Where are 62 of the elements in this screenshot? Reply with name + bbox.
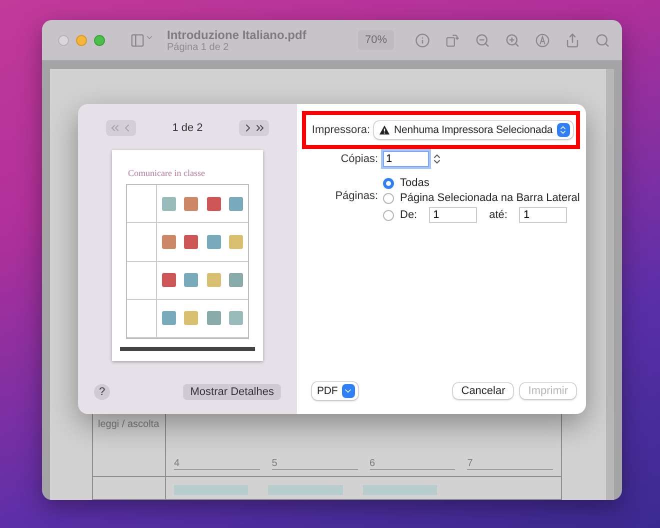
picture-placeholder (206, 311, 221, 326)
picture-placeholder (162, 311, 176, 326)
rotate-icon[interactable] (445, 32, 460, 48)
picture-placeholder (206, 196, 221, 211)
popup-arrows-icon (556, 123, 570, 137)
zoom-button[interactable] (94, 34, 105, 46)
picture-placeholder (229, 196, 244, 211)
fill-in-line: 5 (272, 458, 358, 470)
radio-button[interactable] (383, 178, 394, 188)
fill-in-line: 4 (174, 458, 260, 470)
fill-in-line: 7 (467, 458, 553, 470)
window-title: Introduzione Italiano.pdf (167, 28, 306, 42)
cancel-button[interactable]: Cancelar (453, 383, 514, 399)
next-page-button[interactable] (239, 120, 269, 136)
stepper-icon[interactable] (431, 153, 443, 165)
info-icon[interactable] (415, 32, 430, 48)
printer-label: Impressora: (310, 124, 370, 136)
first-page-icon (109, 122, 121, 134)
printer-popup[interactable]: Nenhuma Impressora Selecionada (374, 121, 573, 139)
picture-placeholder (162, 273, 176, 288)
row-label: leggi / ascolta (98, 419, 160, 430)
pages-label: Páginas: (334, 190, 378, 202)
copies-label: Cópias: (340, 153, 378, 165)
markup-icon[interactable] (535, 32, 550, 48)
warning-icon (379, 125, 390, 135)
picture-placeholder (184, 311, 198, 326)
help-button[interactable]: ? (94, 384, 110, 400)
to-field[interactable]: 1 (519, 207, 568, 223)
picture-placeholder (229, 311, 244, 326)
copies-field[interactable]: 1 (383, 151, 429, 167)
picture-placeholder (206, 273, 221, 288)
show-details-button[interactable]: Mostrar Detalhes (183, 384, 281, 400)
picture-placeholder (162, 196, 176, 211)
picture-placeholder (229, 234, 244, 249)
pdf-button[interactable]: PDF (312, 382, 358, 400)
picture-placeholder (206, 234, 221, 249)
from-field[interactable]: 1 (429, 207, 478, 223)
radio-button[interactable] (383, 192, 394, 204)
dropdown-arrow-icon (342, 384, 355, 398)
close-button[interactable] (58, 34, 69, 46)
option-label: Página Selecionada na Barra Lateral (400, 192, 580, 204)
to-label: até: (489, 209, 508, 221)
page-indicator: 1 de 2 (172, 122, 203, 134)
share-icon[interactable] (565, 32, 580, 48)
option-label: De: (400, 209, 418, 221)
page-subtitle: Página 1 de 2 (167, 42, 230, 52)
picture-placeholder (229, 273, 244, 288)
picture-placeholder (184, 196, 198, 211)
zoom-in-icon[interactable] (505, 32, 520, 48)
picture-placeholder (162, 234, 176, 249)
search-icon[interactable] (595, 32, 610, 48)
thumbnail-title: Comunicare in classe (128, 168, 206, 178)
fill-in-line: 6 (370, 458, 456, 470)
minimize-button[interactable] (76, 34, 87, 46)
picture-placeholder (184, 234, 198, 249)
option-label: Todas (400, 177, 430, 189)
radio-button[interactable] (383, 210, 394, 220)
previous-page-button[interactable] (106, 120, 136, 136)
last-page-icon (254, 122, 266, 134)
sidebar-icon[interactable] (130, 32, 154, 48)
zoom-out-icon[interactable] (475, 32, 490, 48)
picture-placeholder (184, 273, 198, 288)
